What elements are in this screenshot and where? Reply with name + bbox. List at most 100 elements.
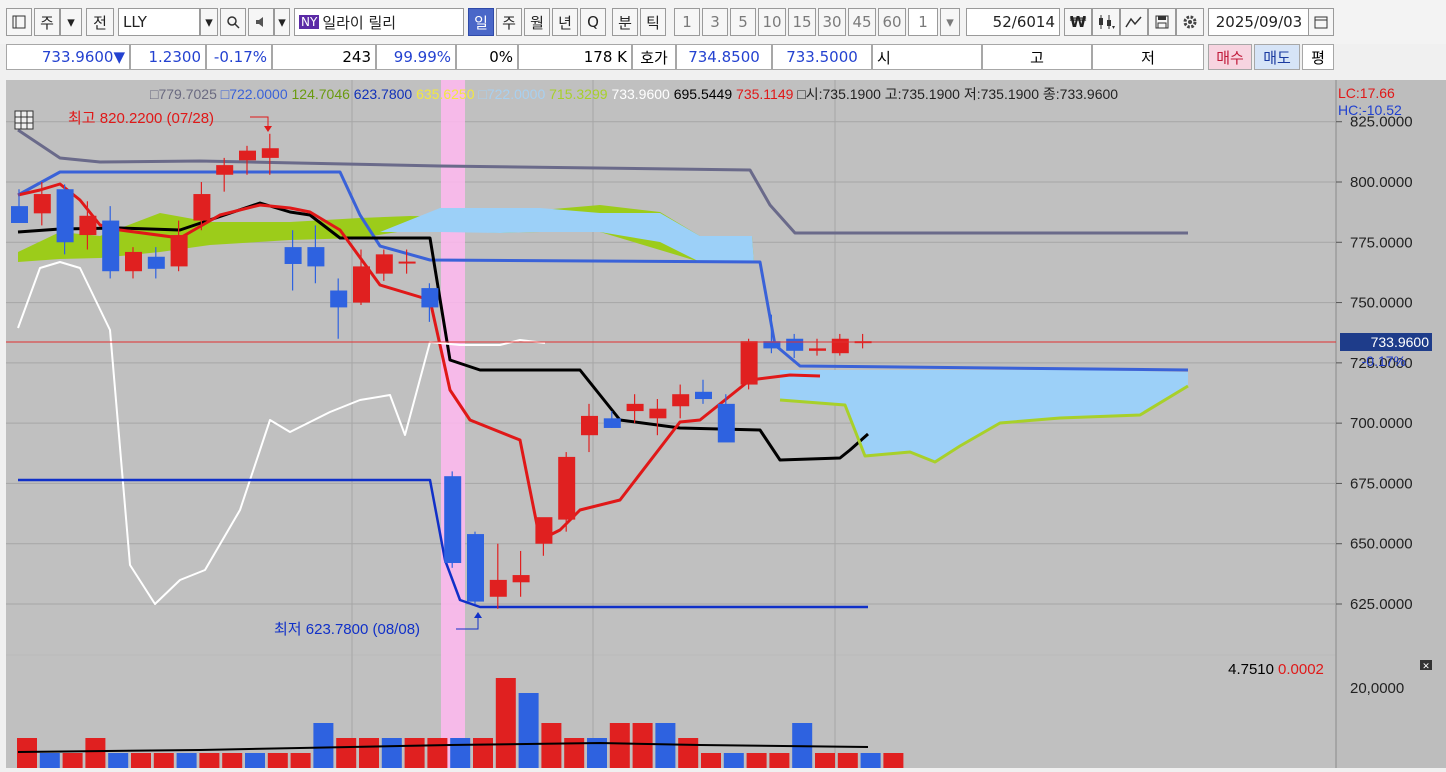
volume-bar xyxy=(723,753,744,768)
candle-body xyxy=(489,579,507,597)
legend-item: 733.9600 xyxy=(611,86,673,102)
currency-won-icon[interactable]: ₩ xyxy=(1064,8,1092,36)
candle-body xyxy=(581,415,598,436)
count-input[interactable]: 1 xyxy=(908,8,938,36)
open-label: 시 xyxy=(872,44,982,70)
volume-bar xyxy=(632,723,653,768)
period-quarter-tab[interactable]: Q xyxy=(580,8,606,36)
sell-button[interactable]: 매도 xyxy=(1254,44,1300,70)
record-counter[interactable]: 52/6014 xyxy=(966,8,1060,36)
period-tick-tab[interactable]: 틱 xyxy=(640,8,666,36)
axis-tick-label: 750.0000 xyxy=(1350,295,1413,312)
volume-bar xyxy=(245,753,265,768)
volume-bar xyxy=(860,753,881,768)
current-price: 733.9600 ▼ xyxy=(6,44,130,70)
interval-60[interactable]: 60 xyxy=(878,8,906,36)
down-arrow-icon: ▼ xyxy=(113,48,125,66)
volume-bar xyxy=(85,738,106,768)
candle-body xyxy=(603,418,621,428)
candle-body xyxy=(79,215,97,236)
chart-window-icon[interactable] xyxy=(6,8,32,36)
current-price-tag-pct: -0.17% xyxy=(1362,353,1406,369)
candle-body xyxy=(216,165,234,175)
volume-bar xyxy=(313,723,334,768)
volume-bar xyxy=(541,723,562,768)
candle-body xyxy=(831,338,849,354)
date-input[interactable]: 2025/09/03 xyxy=(1208,8,1310,36)
volume-bar xyxy=(153,753,174,768)
volume-bar xyxy=(176,753,197,768)
low-annotation: 최저 623.7800 (08/08) xyxy=(274,621,420,638)
market-dropdown-icon[interactable]: ▾ xyxy=(60,8,82,36)
line-tool-icon[interactable] xyxy=(1120,8,1148,36)
symbol-input[interactable]: LLY xyxy=(118,8,200,36)
period-week-tab[interactable]: 주 xyxy=(496,8,522,36)
zero-percent: 0% xyxy=(456,44,518,70)
volume-bar xyxy=(336,738,357,768)
candle-body xyxy=(284,247,302,264)
buy-button[interactable]: 매수 xyxy=(1208,44,1252,70)
price-change-pct: -0.17% xyxy=(206,44,272,70)
volume-bar xyxy=(609,723,630,768)
candle-body xyxy=(102,220,120,272)
volume-bar xyxy=(450,738,471,768)
interval-45[interactable]: 45 xyxy=(848,8,876,36)
avg-button[interactable]: 평 xyxy=(1302,44,1334,70)
interval-30[interactable]: 30 xyxy=(818,8,846,36)
candle-body xyxy=(11,206,28,223)
price-chart[interactable]: 825.0000800.0000775.0000750.0000725.0000… xyxy=(0,72,1446,768)
speaker-icon[interactable] xyxy=(248,8,274,36)
volume-bar xyxy=(769,753,790,768)
volume-bar xyxy=(473,738,493,768)
period-minute-tab[interactable]: 분 xyxy=(612,8,638,36)
candle-body xyxy=(307,247,325,267)
search-icon[interactable] xyxy=(220,8,246,36)
current-price-value: 733.9600 xyxy=(41,48,114,66)
save-icon[interactable] xyxy=(1148,8,1176,36)
high-label: 고 xyxy=(982,44,1092,70)
market-ju-button[interactable]: 주 xyxy=(34,8,60,36)
period-year-tab[interactable]: 년 xyxy=(552,8,578,36)
settings-gear-icon[interactable] xyxy=(1176,8,1204,36)
candle-body xyxy=(330,290,348,308)
svg-text:✕: ✕ xyxy=(1422,661,1430,671)
chart-area[interactable]: 825.0000 800.0000 775.0000 750.0000 725.0000… xyxy=(0,72,1446,768)
legend-values: □779.7025 □722.0000 124.7046 623.7800 63… xyxy=(150,86,1118,102)
candle-type-icon[interactable] xyxy=(1092,8,1120,36)
stock-name: 일라이 릴리 xyxy=(322,13,397,32)
period-month-tab[interactable]: 월 xyxy=(524,8,550,36)
interval-10[interactable]: 10 xyxy=(758,8,786,36)
legend-item: 124.7046 xyxy=(292,86,354,102)
candle-body xyxy=(535,517,553,544)
interval-15[interactable]: 15 xyxy=(788,8,816,36)
all-button[interactable]: 전 xyxy=(86,8,114,36)
count-dropdown-icon[interactable]: ▾ xyxy=(940,8,960,36)
candle-body xyxy=(239,150,256,161)
volume-bar xyxy=(39,753,60,768)
candle-body xyxy=(717,403,735,443)
candle-body xyxy=(467,534,484,602)
interval-1[interactable]: 1 xyxy=(674,8,700,36)
symbol-dropdown-icon[interactable]: ▾ xyxy=(200,8,218,36)
axis-tick-label: 800.0000 xyxy=(1350,174,1413,191)
table-icon xyxy=(14,110,34,130)
volume-bar xyxy=(404,738,425,768)
exchange-badge: NY xyxy=(299,15,320,29)
stock-name-field[interactable]: NY 일라이 릴리 xyxy=(294,8,464,36)
calendar-icon[interactable] xyxy=(1308,8,1334,36)
speaker-dropdown-icon[interactable]: ▾ xyxy=(274,8,290,36)
axis-tick-label: 625.0000 xyxy=(1350,596,1413,613)
period-day-tab[interactable]: 일 xyxy=(468,8,494,36)
highlight-band-rect xyxy=(441,80,465,768)
candle-body xyxy=(786,338,804,351)
interval-3[interactable]: 3 xyxy=(702,8,728,36)
volume-bar xyxy=(495,678,516,768)
ask-price: 734.8500 xyxy=(676,44,772,70)
volume-value: 243 xyxy=(272,44,376,70)
volume-bar xyxy=(678,738,699,768)
low-label: 저 xyxy=(1092,44,1204,70)
volume-bar xyxy=(290,753,311,768)
volume-bar xyxy=(518,693,539,768)
volume-bar xyxy=(655,723,676,768)
interval-5[interactable]: 5 xyxy=(730,8,756,36)
